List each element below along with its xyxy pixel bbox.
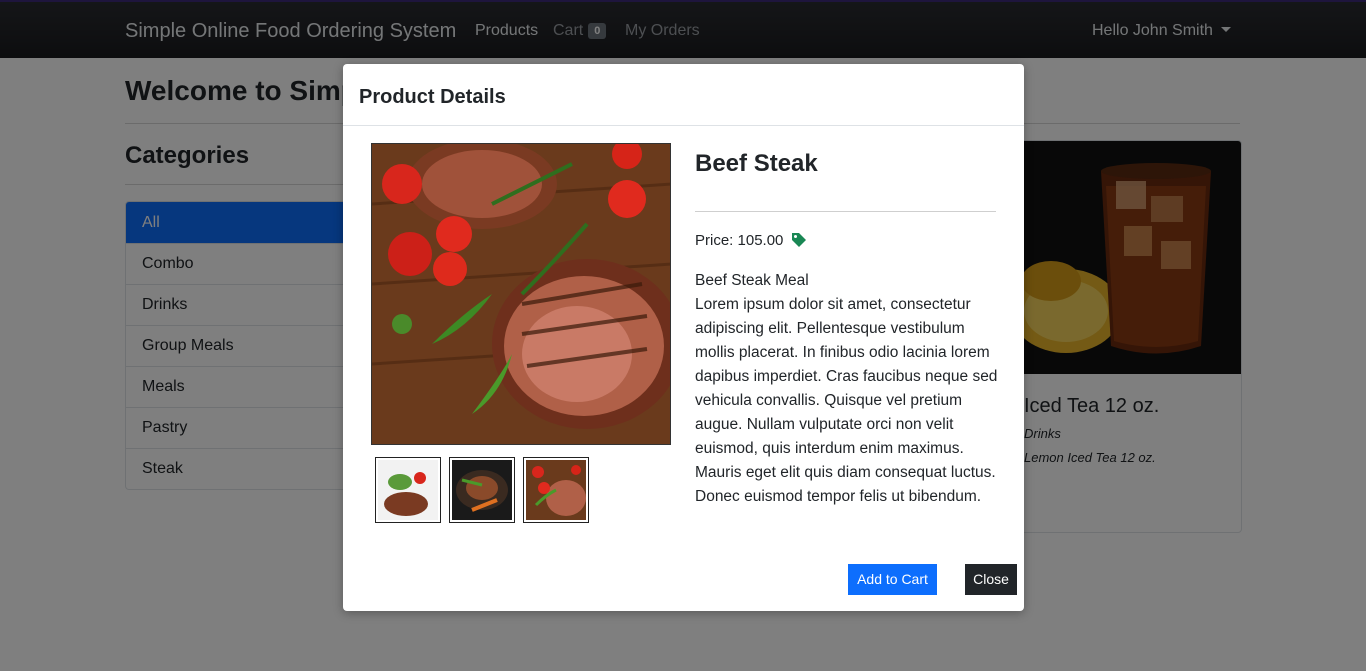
product-description-body: Lorem ipsum dolor sit amet, consectetur …: [695, 296, 998, 505]
product-description-heading: Beef Steak Meal: [695, 272, 809, 289]
product-name: Beef Steak: [695, 150, 818, 177]
product-price: Price: 105.00: [695, 232, 807, 252]
product-thumbnail-3[interactable]: [523, 457, 589, 523]
product-description: Beef Steak Meal Lorem ipsum dolor sit am…: [695, 269, 1000, 509]
modal-title: Product Details: [359, 86, 506, 108]
add-to-cart-button[interactable]: Add to Cart: [848, 564, 937, 595]
product-main-image: [371, 143, 671, 445]
close-button[interactable]: Close: [965, 564, 1017, 595]
tag-icon: [791, 232, 807, 252]
product-thumbnail-1[interactable]: [375, 457, 441, 523]
product-thumbnail-2[interactable]: [449, 457, 515, 523]
modal-header: Product Details: [343, 64, 1024, 126]
product-divider: [695, 211, 996, 212]
product-details-modal: Product Details Beef Steak Price: 105.00…: [343, 64, 1024, 611]
product-price-text: Price: 105.00: [695, 232, 784, 249]
